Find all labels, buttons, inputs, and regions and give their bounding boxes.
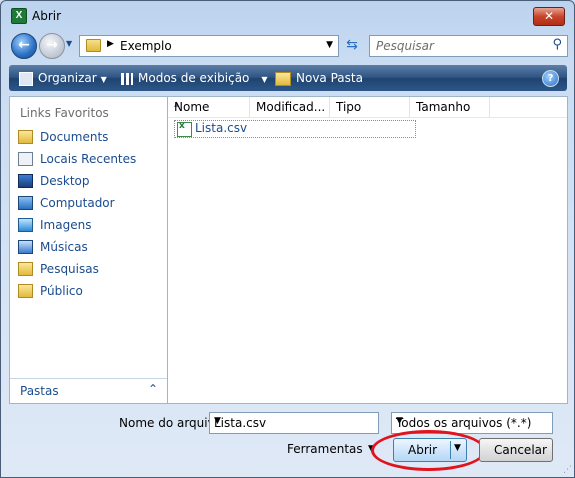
filename-input[interactable]: Lista.csv ▼ — [209, 412, 379, 434]
recent-places-icon — [18, 152, 33, 166]
cancel-button[interactable]: Cancelar — [479, 438, 553, 462]
favorite-links-heading: Links Favoritos — [20, 106, 109, 120]
folder-icon — [18, 262, 33, 276]
breadcrumb-arrow-icon[interactable]: ▶ — [107, 39, 114, 49]
nav-item-label: Público — [40, 284, 83, 298]
highlight-ellipse — [371, 430, 486, 471]
resize-grip-icon[interactable]: ⋰ — [563, 465, 572, 475]
address-path: Exemplo — [120, 39, 172, 53]
column-header-modified[interactable]: Modificad... — [250, 97, 330, 117]
window-title: Abrir — [32, 9, 62, 23]
address-bar[interactable]: ▶ Exemplo ▼ — [79, 35, 339, 57]
chevron-down-icon[interactable]: ▼ — [396, 416, 547, 426]
nav-item-label: Desktop — [40, 174, 90, 188]
column-header-size[interactable]: Tamanho — [410, 97, 490, 117]
computer-icon — [18, 196, 33, 210]
folders-label: Pastas — [20, 384, 59, 398]
column-header-label: Tamanho — [416, 100, 471, 114]
music-icon — [18, 240, 33, 254]
desktop-icon — [18, 174, 33, 188]
back-button[interactable]: ← — [11, 33, 37, 59]
address-dropdown[interactable]: ▼ — [326, 40, 333, 50]
nav-item-label: Músicas — [40, 240, 88, 254]
views-label: Modos de exibição — [138, 71, 250, 85]
refresh-button[interactable]: ⇆ — [341, 35, 363, 55]
chevron-up-icon[interactable]: ⌃ — [148, 382, 158, 396]
navigation-pane: Links Favoritos Documents Locais Recente… — [9, 96, 167, 404]
search-placeholder: Pesquisar — [376, 39, 434, 53]
help-icon[interactable]: ? — [542, 70, 559, 87]
nav-item-music[interactable]: Músicas — [16, 237, 164, 257]
organize-label: Organizar — [38, 71, 97, 85]
new-folder-button[interactable]: Nova Pasta — [275, 71, 363, 86]
folder-icon — [18, 284, 33, 298]
column-header-label: Tipo — [336, 100, 362, 114]
command-toolbar: Organizar ▼ Modos de exibição ▼ Nova Pasta… — [9, 65, 567, 91]
views-icon — [121, 72, 133, 85]
nav-item-label: Locais Recentes — [40, 152, 137, 166]
close-button[interactable]: ✕ — [533, 7, 565, 26]
forward-button[interactable]: → — [39, 33, 65, 59]
search-icon[interactable]: ⚲ — [552, 37, 562, 52]
column-header-name[interactable]: ▲ Nome — [168, 97, 250, 117]
tools-menu[interactable]: Ferramentas — [287, 442, 363, 456]
chevron-down-icon: ▼ — [100, 75, 107, 84]
nav-item-label: Pesquisas — [40, 262, 99, 276]
excel-icon: X — [11, 8, 27, 24]
nav-item-searches[interactable]: Pesquisas — [16, 259, 164, 279]
organize-icon — [19, 71, 33, 86]
csv-file-icon — [177, 121, 192, 137]
header-divider — [168, 117, 567, 118]
chevron-down-icon: ▼ — [261, 75, 268, 84]
open-dialog: X Abrir ✕ ← → ▼ ▶ Exemplo ▼ ⇆ Pesquisar … — [0, 0, 575, 478]
nav-item-documents[interactable]: Documents — [16, 127, 164, 147]
organize-menu[interactable]: Organizar ▼ — [19, 71, 107, 86]
cancel-button-label: Cancelar — [494, 443, 547, 457]
column-header-label: Modificad... — [256, 100, 326, 114]
folders-toggle[interactable]: Pastas ⌃ — [10, 378, 167, 403]
chevron-down-icon[interactable]: ▼ — [214, 416, 373, 426]
recent-pages-dropdown[interactable]: ▼ — [66, 39, 72, 48]
file-name: Lista.csv — [195, 121, 248, 135]
views-menu[interactable]: Modos de exibição ▼ — [121, 71, 268, 85]
file-list: ▲ Nome Modificad... Tipo Tamanho Lista.c… — [167, 96, 568, 404]
nav-item-label: Documents — [40, 130, 109, 144]
search-input[interactable]: Pesquisar ⚲ — [369, 35, 568, 57]
column-header-label: Nome — [174, 100, 210, 114]
nav-item-public[interactable]: Público — [16, 281, 164, 301]
nav-item-computer[interactable]: Computador — [16, 193, 164, 213]
column-header-type[interactable]: Tipo — [330, 97, 410, 117]
new-folder-label: Nova Pasta — [296, 71, 363, 85]
pictures-icon — [18, 218, 33, 232]
new-folder-icon — [275, 71, 291, 86]
folder-icon — [86, 39, 101, 52]
nav-item-pictures[interactable]: Imagens — [16, 215, 164, 235]
title-bar: X Abrir ✕ — [1, 1, 574, 31]
nav-item-recent-places[interactable]: Locais Recentes — [16, 149, 164, 169]
folder-icon — [18, 130, 33, 144]
nav-item-label: Computador — [40, 196, 115, 210]
file-row[interactable]: Lista.csv — [174, 120, 416, 138]
nav-item-desktop[interactable]: Desktop — [16, 171, 164, 191]
nav-item-label: Imagens — [40, 218, 92, 232]
